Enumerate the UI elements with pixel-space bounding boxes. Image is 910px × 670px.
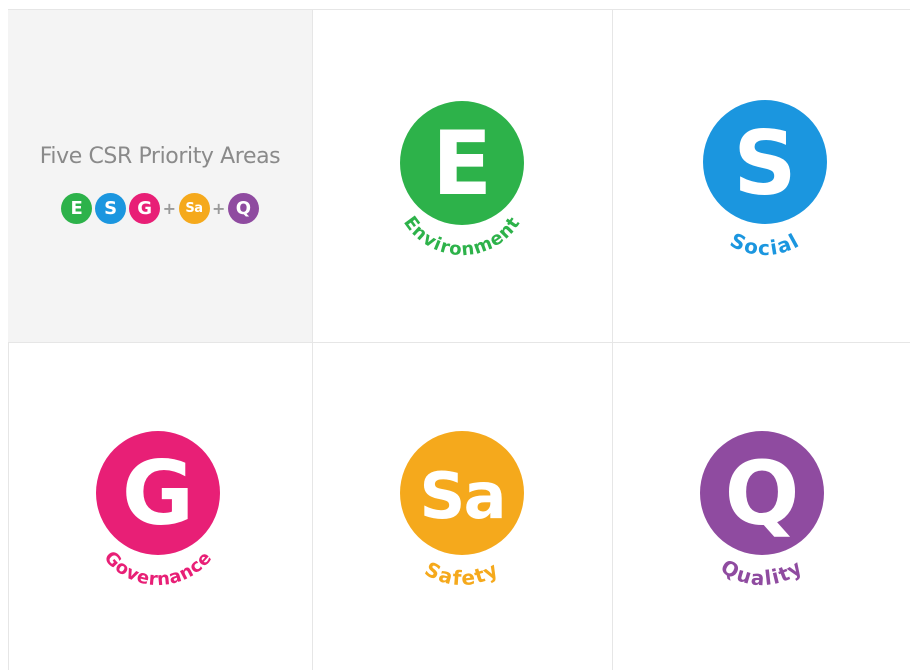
governance-logo: G Governance (68, 420, 248, 590)
intro-cell: Five CSR Priority Areas E S G + Sa + Q (8, 10, 312, 342)
intro-title: Five CSR Priority Areas (39, 144, 281, 169)
badge-s-icon: S (95, 192, 127, 224)
badge-q-icon: Q (227, 192, 259, 224)
safety-logo: Sa Safety (372, 420, 552, 590)
plus-sign: + (212, 198, 226, 218)
badge-sa-icon: Sa (178, 192, 210, 224)
quality-letter: Q (725, 442, 800, 545)
safety-letter: Sa (419, 460, 504, 534)
badge-e-icon: E (61, 192, 93, 224)
grid-middle-line (8, 342, 910, 343)
quality-label: Quality (717, 554, 806, 590)
environment-letter: E (432, 112, 492, 215)
badge-g-icon: G (129, 192, 161, 224)
svg-text:Social: Social (726, 228, 803, 260)
csr-grid: Five CSR Priority Areas E S G + Sa + Q E… (0, 0, 910, 670)
social-letter: S (733, 112, 796, 215)
quality-logo: Q Quality (672, 420, 852, 590)
plus-sign: + (162, 198, 176, 218)
social-logo: S Social (675, 90, 855, 260)
governance-letter: G (122, 442, 194, 545)
priority-badge-row: E S G + Sa + Q (8, 191, 312, 225)
safety-label: Safety (421, 557, 502, 591)
environment-logo: E Environment (372, 90, 552, 260)
grid-divider-2 (612, 9, 613, 670)
svg-text:Quality: Quality (717, 554, 808, 590)
social-label: Social (726, 228, 802, 260)
svg-text:Safety: Safety (421, 557, 503, 591)
grid-divider-1 (312, 9, 313, 670)
